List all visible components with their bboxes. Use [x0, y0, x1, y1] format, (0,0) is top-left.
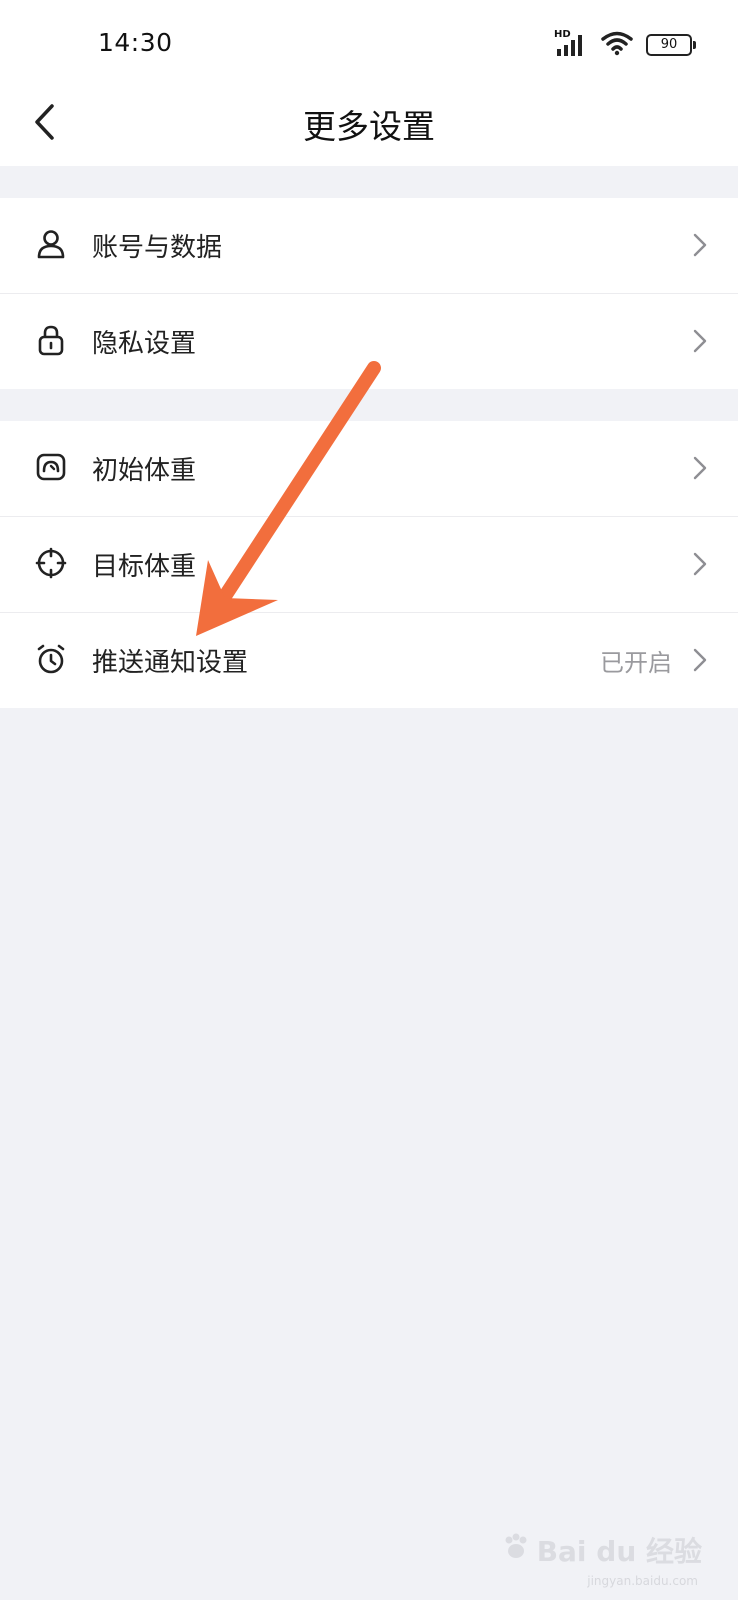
chevron-right-icon [692, 328, 708, 354]
chevron-right-icon [692, 647, 708, 673]
header: 更多设置 [0, 86, 738, 166]
lock-icon [35, 324, 67, 356]
status-value: 已开启 [600, 649, 672, 677]
row-label: 账号与数据 [92, 233, 223, 263]
settings-row-push-notifications[interactable]: 推送通知设置 已开启 [0, 612, 738, 708]
status-icons: HD 90 [554, 29, 696, 60]
settings-row-account-data[interactable]: 账号与数据 [0, 198, 738, 293]
alarm-clock-icon [35, 643, 67, 675]
watermark-url: jingyan.baidu.com [587, 1574, 698, 1588]
status-time: 14:30 [98, 28, 173, 57]
chevron-right-icon [692, 455, 708, 481]
settings-row-target-weight[interactable]: 目标体重 [0, 516, 738, 612]
row-label: 隐私设置 [92, 329, 197, 359]
row-label: 初始体重 [92, 456, 197, 486]
settings-row-privacy[interactable]: 隐私设置 [0, 293, 738, 389]
watermark: Bai du 经验 [501, 1530, 702, 1570]
paw-icon [501, 1532, 531, 1569]
chevron-right-icon [692, 232, 708, 258]
page-title: 更多设置 [303, 107, 435, 146]
status-bar: 14:30 HD 90 [0, 0, 738, 86]
settings-row-initial-weight[interactable]: 初始体重 [0, 421, 738, 516]
scale-icon [35, 451, 67, 483]
chevron-right-icon [692, 551, 708, 577]
signal-icon: HD [554, 29, 588, 58]
row-label: 目标体重 [92, 552, 197, 582]
row-label: 推送通知设置 [92, 648, 249, 678]
user-icon [35, 228, 67, 260]
target-icon [35, 547, 67, 579]
settings-group-weight: 初始体重 目标体重 推送通知设置 已开启 [0, 421, 738, 708]
battery-indicator: 90 [646, 34, 696, 56]
watermark-brand: Bai du 经验 [536, 1535, 702, 1568]
settings-group-account: 账号与数据 隐私设置 [0, 198, 738, 389]
wifi-icon [600, 30, 634, 60]
